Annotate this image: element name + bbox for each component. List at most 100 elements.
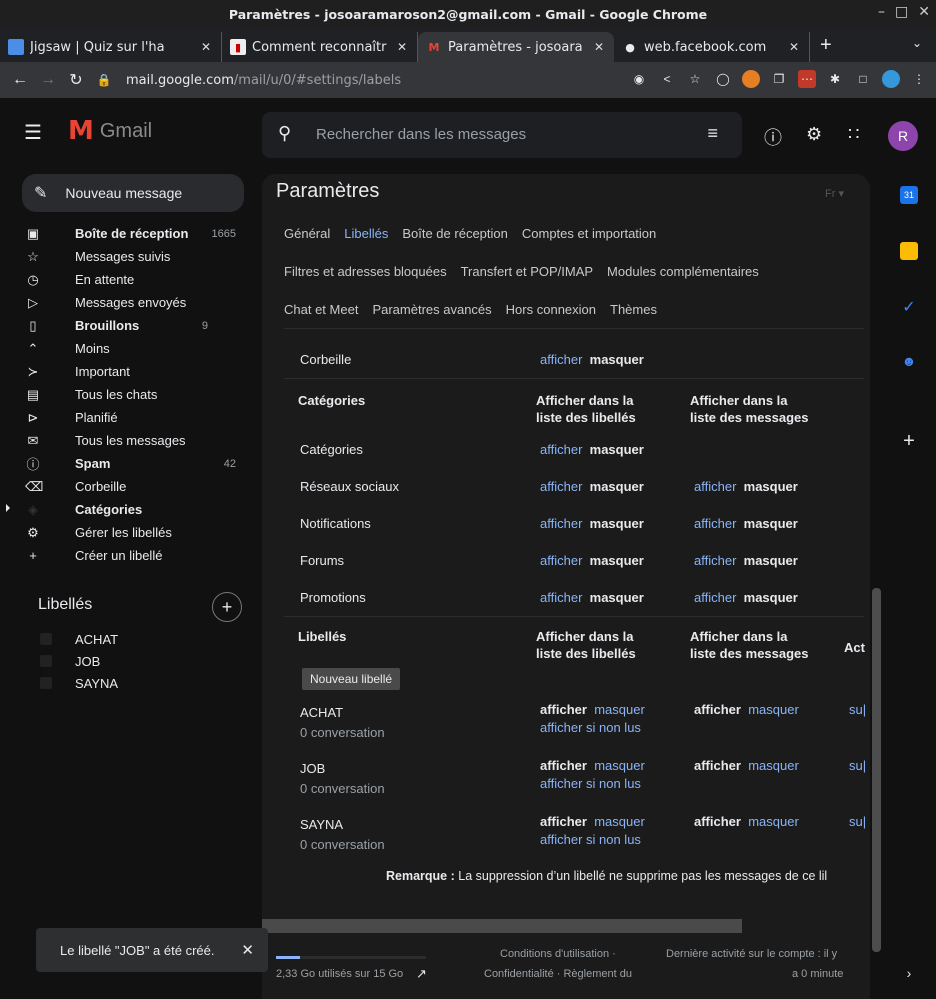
tab-forwarding[interactable]: Transfert et POP/IMAP bbox=[461, 264, 593, 279]
sidebar-item-manage-labels[interactable]: ⚙ Gérer les libellés bbox=[0, 521, 256, 544]
sidebar-item-sent[interactable]: ▷ Messages envoyés bbox=[0, 291, 256, 314]
gmail-logo[interactable]: M Gmail bbox=[68, 118, 152, 144]
sidebar-item-inbox[interactable]: ▣ Boîte de réception 1665 bbox=[0, 222, 256, 245]
language-selector[interactable]: Fr ▾ bbox=[825, 187, 844, 200]
copy-extension-icon[interactable]: ❐ bbox=[770, 70, 788, 88]
show-link[interactable]: afficher bbox=[540, 516, 582, 531]
search-icon[interactable]: ⚲ bbox=[278, 123, 291, 144]
contacts-icon[interactable]: ☻ bbox=[900, 352, 918, 370]
maximize-icon[interactable]: □ bbox=[895, 4, 908, 20]
search-options-icon[interactable]: ≡ bbox=[707, 123, 718, 144]
show-link[interactable]: afficher bbox=[540, 352, 582, 367]
show-link[interactable]: afficher bbox=[694, 553, 736, 568]
chrome-menu-icon[interactable]: ⋮ bbox=[910, 70, 928, 88]
search-bar[interactable]: ⚲ Rechercher dans les messages ≡ bbox=[262, 112, 742, 158]
bookmark-star-icon[interactable]: ☆ bbox=[686, 70, 704, 88]
sidebar-label-job[interactable]: JOB bbox=[0, 650, 256, 672]
address-bar[interactable]: mail.google.com/mail/u/0/#settings/label… bbox=[126, 73, 401, 88]
tab-offline[interactable]: Hors connexion bbox=[506, 302, 596, 317]
show-link[interactable]: afficher bbox=[694, 516, 736, 531]
tab-filters[interactable]: Filtres et adresses bloquées bbox=[284, 264, 447, 279]
close-icon[interactable]: ✕ bbox=[241, 941, 254, 959]
add-label-button[interactable]: + bbox=[212, 592, 242, 622]
expand-caret-icon[interactable] bbox=[6, 504, 10, 512]
sidebar-item-all-mail[interactable]: ✉ Tous les messages bbox=[0, 429, 256, 452]
sidebar-item-trash[interactable]: ⌫ Corbeille bbox=[0, 475, 256, 498]
horizontal-scrollbar[interactable] bbox=[262, 919, 742, 933]
tab-labels[interactable]: Libellés bbox=[344, 226, 388, 241]
show-link[interactable]: afficher bbox=[540, 590, 582, 605]
add-addon-icon[interactable]: + bbox=[900, 430, 918, 452]
expand-panel-icon[interactable]: › bbox=[900, 964, 918, 982]
tab-advanced[interactable]: Paramètres avancés bbox=[372, 302, 491, 317]
tab-general[interactable]: Général bbox=[284, 226, 330, 241]
show-link[interactable]: afficher bbox=[694, 479, 736, 494]
privacy-link[interactable]: Confidentialité · Règlement du bbox=[484, 968, 632, 980]
show-link[interactable]: afficher bbox=[540, 553, 582, 568]
profile-icon[interactable] bbox=[882, 70, 900, 88]
show-if-unread-link[interactable]: afficher si non lus bbox=[540, 720, 641, 735]
tab-close-icon[interactable]: ✕ bbox=[397, 40, 407, 54]
sidebar-label-achat[interactable]: ACHAT bbox=[0, 628, 256, 650]
hide-link[interactable]: masquer bbox=[594, 702, 645, 717]
main-menu-icon[interactable]: ☰ bbox=[24, 120, 42, 145]
red-extension-icon[interactable]: ⋯ bbox=[798, 70, 816, 88]
tab-themes[interactable]: Thèmes bbox=[610, 302, 657, 317]
new-label-button[interactable]: Nouveau libellé bbox=[302, 668, 401, 690]
hide-link[interactable]: masquer bbox=[594, 758, 645, 773]
open-external-icon[interactable]: ↗ bbox=[416, 966, 427, 982]
calendar-icon[interactable]: 31 bbox=[900, 186, 918, 204]
glasses-extension-icon[interactable]: ◯ bbox=[714, 70, 732, 88]
share-icon[interactable]: < bbox=[658, 70, 676, 88]
show-link[interactable]: afficher bbox=[540, 442, 582, 457]
new-tab-icon[interactable]: + bbox=[820, 34, 832, 57]
tab-close-icon[interactable]: ✕ bbox=[201, 40, 211, 54]
sidebar-item-chats[interactable]: ▤ Tous les chats bbox=[0, 383, 256, 406]
keep-icon[interactable] bbox=[900, 242, 918, 260]
sidebar-item-important[interactable]: ≻ Important bbox=[0, 360, 256, 383]
color-extension-icon[interactable] bbox=[742, 70, 760, 88]
label-delete-link[interactable]: su| bbox=[849, 702, 866, 717]
sidebar-item-drafts[interactable]: ▯ Brouillons 9 bbox=[0, 314, 256, 337]
help-icon[interactable]: ⓘ bbox=[764, 124, 782, 150]
sidepanel-icon[interactable]: □ bbox=[854, 70, 872, 88]
label-delete-link[interactable]: su| bbox=[849, 758, 866, 773]
reload-icon[interactable]: ↻ bbox=[62, 70, 90, 90]
sidebar-item-snoozed[interactable]: ◷ En attente bbox=[0, 268, 256, 291]
sidebar-label-sayna[interactable]: SAYNA bbox=[0, 672, 256, 694]
tab-addons[interactable]: Modules complémentaires bbox=[607, 264, 759, 279]
sidebar-item-create-label[interactable]: + Créer un libellé bbox=[0, 544, 256, 567]
vertical-scrollbar[interactable] bbox=[872, 588, 881, 952]
eye-icon[interactable]: ◉ bbox=[630, 70, 648, 88]
forward-icon[interactable]: → bbox=[34, 71, 62, 89]
sidebar-item-scheduled[interactable]: ⊳ Planifié bbox=[0, 406, 256, 429]
lock-icon[interactable]: 🔒 bbox=[90, 73, 118, 87]
sidebar-item-categories[interactable]: ◈ Catégories bbox=[0, 498, 256, 521]
search-input[interactable]: Rechercher dans les messages bbox=[316, 126, 526, 143]
sidebar-item-starred[interactable]: ☆ Messages suivis bbox=[0, 245, 256, 268]
hide-link[interactable]: masquer bbox=[594, 814, 645, 829]
tasks-icon[interactable]: ✓ bbox=[900, 298, 918, 316]
show-if-unread-link[interactable]: afficher si non lus bbox=[540, 832, 641, 847]
tab-close-icon[interactable]: ✕ bbox=[594, 40, 604, 54]
terms-link[interactable]: Conditions d'utilisation · bbox=[500, 948, 616, 960]
compose-button[interactable]: ✎ Nouveau message bbox=[22, 174, 244, 212]
tab-search-icon[interactable]: ⌄ bbox=[912, 36, 922, 50]
sidebar-item-less[interactable]: ⌃ Moins bbox=[0, 337, 256, 360]
hide-link[interactable]: masquer bbox=[748, 702, 799, 717]
tab-close-icon[interactable]: ✕ bbox=[789, 40, 799, 54]
browser-tab-article[interactable]: ▮ Comment reconnaîtr ✕ bbox=[222, 32, 418, 62]
puzzle-extensions-icon[interactable]: ✱ bbox=[826, 70, 844, 88]
avatar[interactable]: R bbox=[888, 121, 918, 151]
minimize-icon[interactable]: – bbox=[878, 4, 885, 20]
show-link[interactable]: afficher bbox=[694, 590, 736, 605]
tab-inbox[interactable]: Boîte de réception bbox=[402, 226, 508, 241]
tab-chat-meet[interactable]: Chat et Meet bbox=[284, 302, 358, 317]
show-link[interactable]: afficher bbox=[540, 479, 582, 494]
hide-link[interactable]: masquer bbox=[748, 814, 799, 829]
gear-icon[interactable]: ⚙ bbox=[806, 124, 822, 145]
browser-tab-gmail[interactable]: M Paramètres - josoara ✕ bbox=[418, 32, 614, 62]
tab-accounts[interactable]: Comptes et importation bbox=[522, 226, 656, 241]
show-if-unread-link[interactable]: afficher si non lus bbox=[540, 776, 641, 791]
apps-grid-icon[interactable]: ∷ bbox=[848, 124, 859, 145]
